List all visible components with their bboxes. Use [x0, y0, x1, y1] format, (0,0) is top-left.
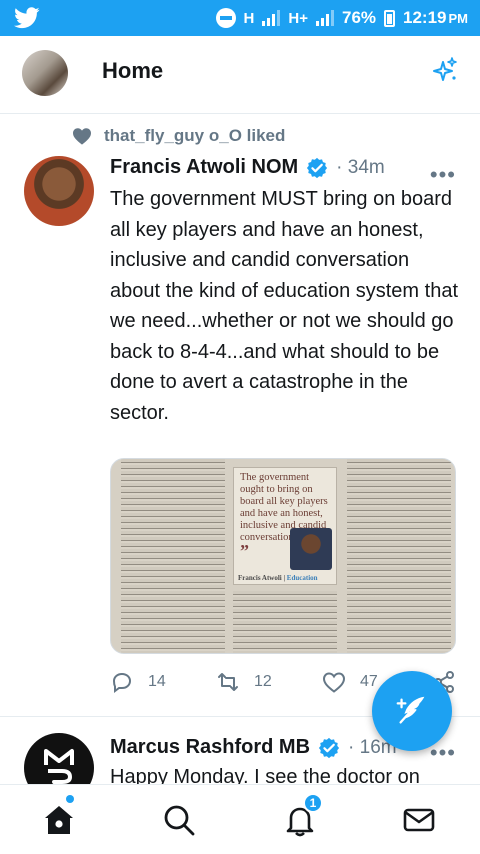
home-icon	[45, 806, 73, 834]
profile-avatar-button[interactable]	[22, 50, 68, 96]
heart-icon	[73, 128, 91, 145]
newspaper-column-middle	[233, 591, 337, 653]
page-title: Home	[102, 58, 164, 83]
caption-section: Education	[286, 574, 318, 582]
notifications-badge: 1	[303, 793, 323, 813]
author-name[interactable]: Francis Atwoli NOM	[110, 156, 298, 179]
do-not-disturb-icon	[215, 8, 236, 28]
retweet-count: 12	[254, 673, 272, 690]
retweet-button[interactable]: 12	[216, 670, 272, 694]
tweet-text: The government MUST bring on board all k…	[110, 188, 458, 424]
twitter-bird-icon	[14, 7, 40, 29]
social-context-text: that_fly_guy o_O liked	[104, 126, 286, 145]
mail-icon	[403, 808, 435, 832]
author-avatar[interactable]	[24, 156, 94, 226]
sparkle-icon[interactable]	[430, 56, 460, 86]
clock-time: 12:19	[403, 8, 447, 27]
quote-mark-icon: ”	[240, 541, 249, 561]
nav-search[interactable]	[162, 803, 196, 837]
battery-icon	[384, 9, 396, 27]
compose-tweet-button[interactable]	[372, 671, 452, 751]
reply-button[interactable]: 14	[110, 670, 166, 694]
newspaper-pull-quote: The government ought to bring on board a…	[233, 467, 337, 585]
mr-logo-icon	[44, 749, 74, 789]
tweet-time: · 34m	[336, 156, 385, 178]
search-icon	[164, 805, 195, 836]
tweet-header-2: Marcus Rashford MB · 16m	[110, 736, 397, 759]
compose-feather-icon	[396, 696, 425, 724]
verified-badge-icon	[307, 157, 328, 178]
battery-percent: 76%	[341, 8, 377, 27]
top-app-bar: Home	[0, 36, 480, 114]
newspaper-column-left	[121, 459, 225, 653]
status-bar: H H+ 76% 12:19 PM	[0, 0, 480, 36]
like-button[interactable]: 47	[322, 670, 378, 694]
network-type-2: H+	[288, 9, 308, 27]
reply-count: 14	[148, 673, 166, 690]
clock: 12:19 PM	[403, 8, 468, 28]
new-content-dot	[66, 795, 74, 803]
newspaper-caption: Francis Atwoli | Education	[238, 574, 318, 582]
bottom-navigation: 1	[0, 784, 480, 854]
tweet-media-image[interactable]: The government ought to bring on board a…	[110, 458, 456, 654]
caption-name: Francis Atwoli	[238, 574, 282, 582]
like-count: 47	[360, 673, 378, 690]
tweet-text-2: Happy Monday. I see the doctor on	[110, 766, 420, 784]
signal-1-icon	[262, 10, 281, 26]
nav-home[interactable]	[42, 803, 76, 837]
retweet-icon	[218, 673, 238, 691]
tweet-header: Francis Atwoli NOM · 34m	[110, 156, 385, 179]
verified-badge-icon-2	[318, 737, 340, 758]
author-name-2[interactable]: Marcus Rashford MB	[110, 736, 310, 759]
newspaper-column-right	[347, 459, 451, 653]
reply-icon	[112, 672, 132, 693]
clock-ampm: PM	[448, 11, 469, 26]
social-context: that_fly_guy o_O liked	[72, 126, 285, 146]
nav-messages[interactable]	[402, 803, 436, 837]
network-type-1: H	[243, 9, 255, 27]
signal-2-icon	[315, 10, 334, 26]
newspaper-photo	[290, 528, 332, 570]
like-heart-icon	[322, 672, 346, 693]
